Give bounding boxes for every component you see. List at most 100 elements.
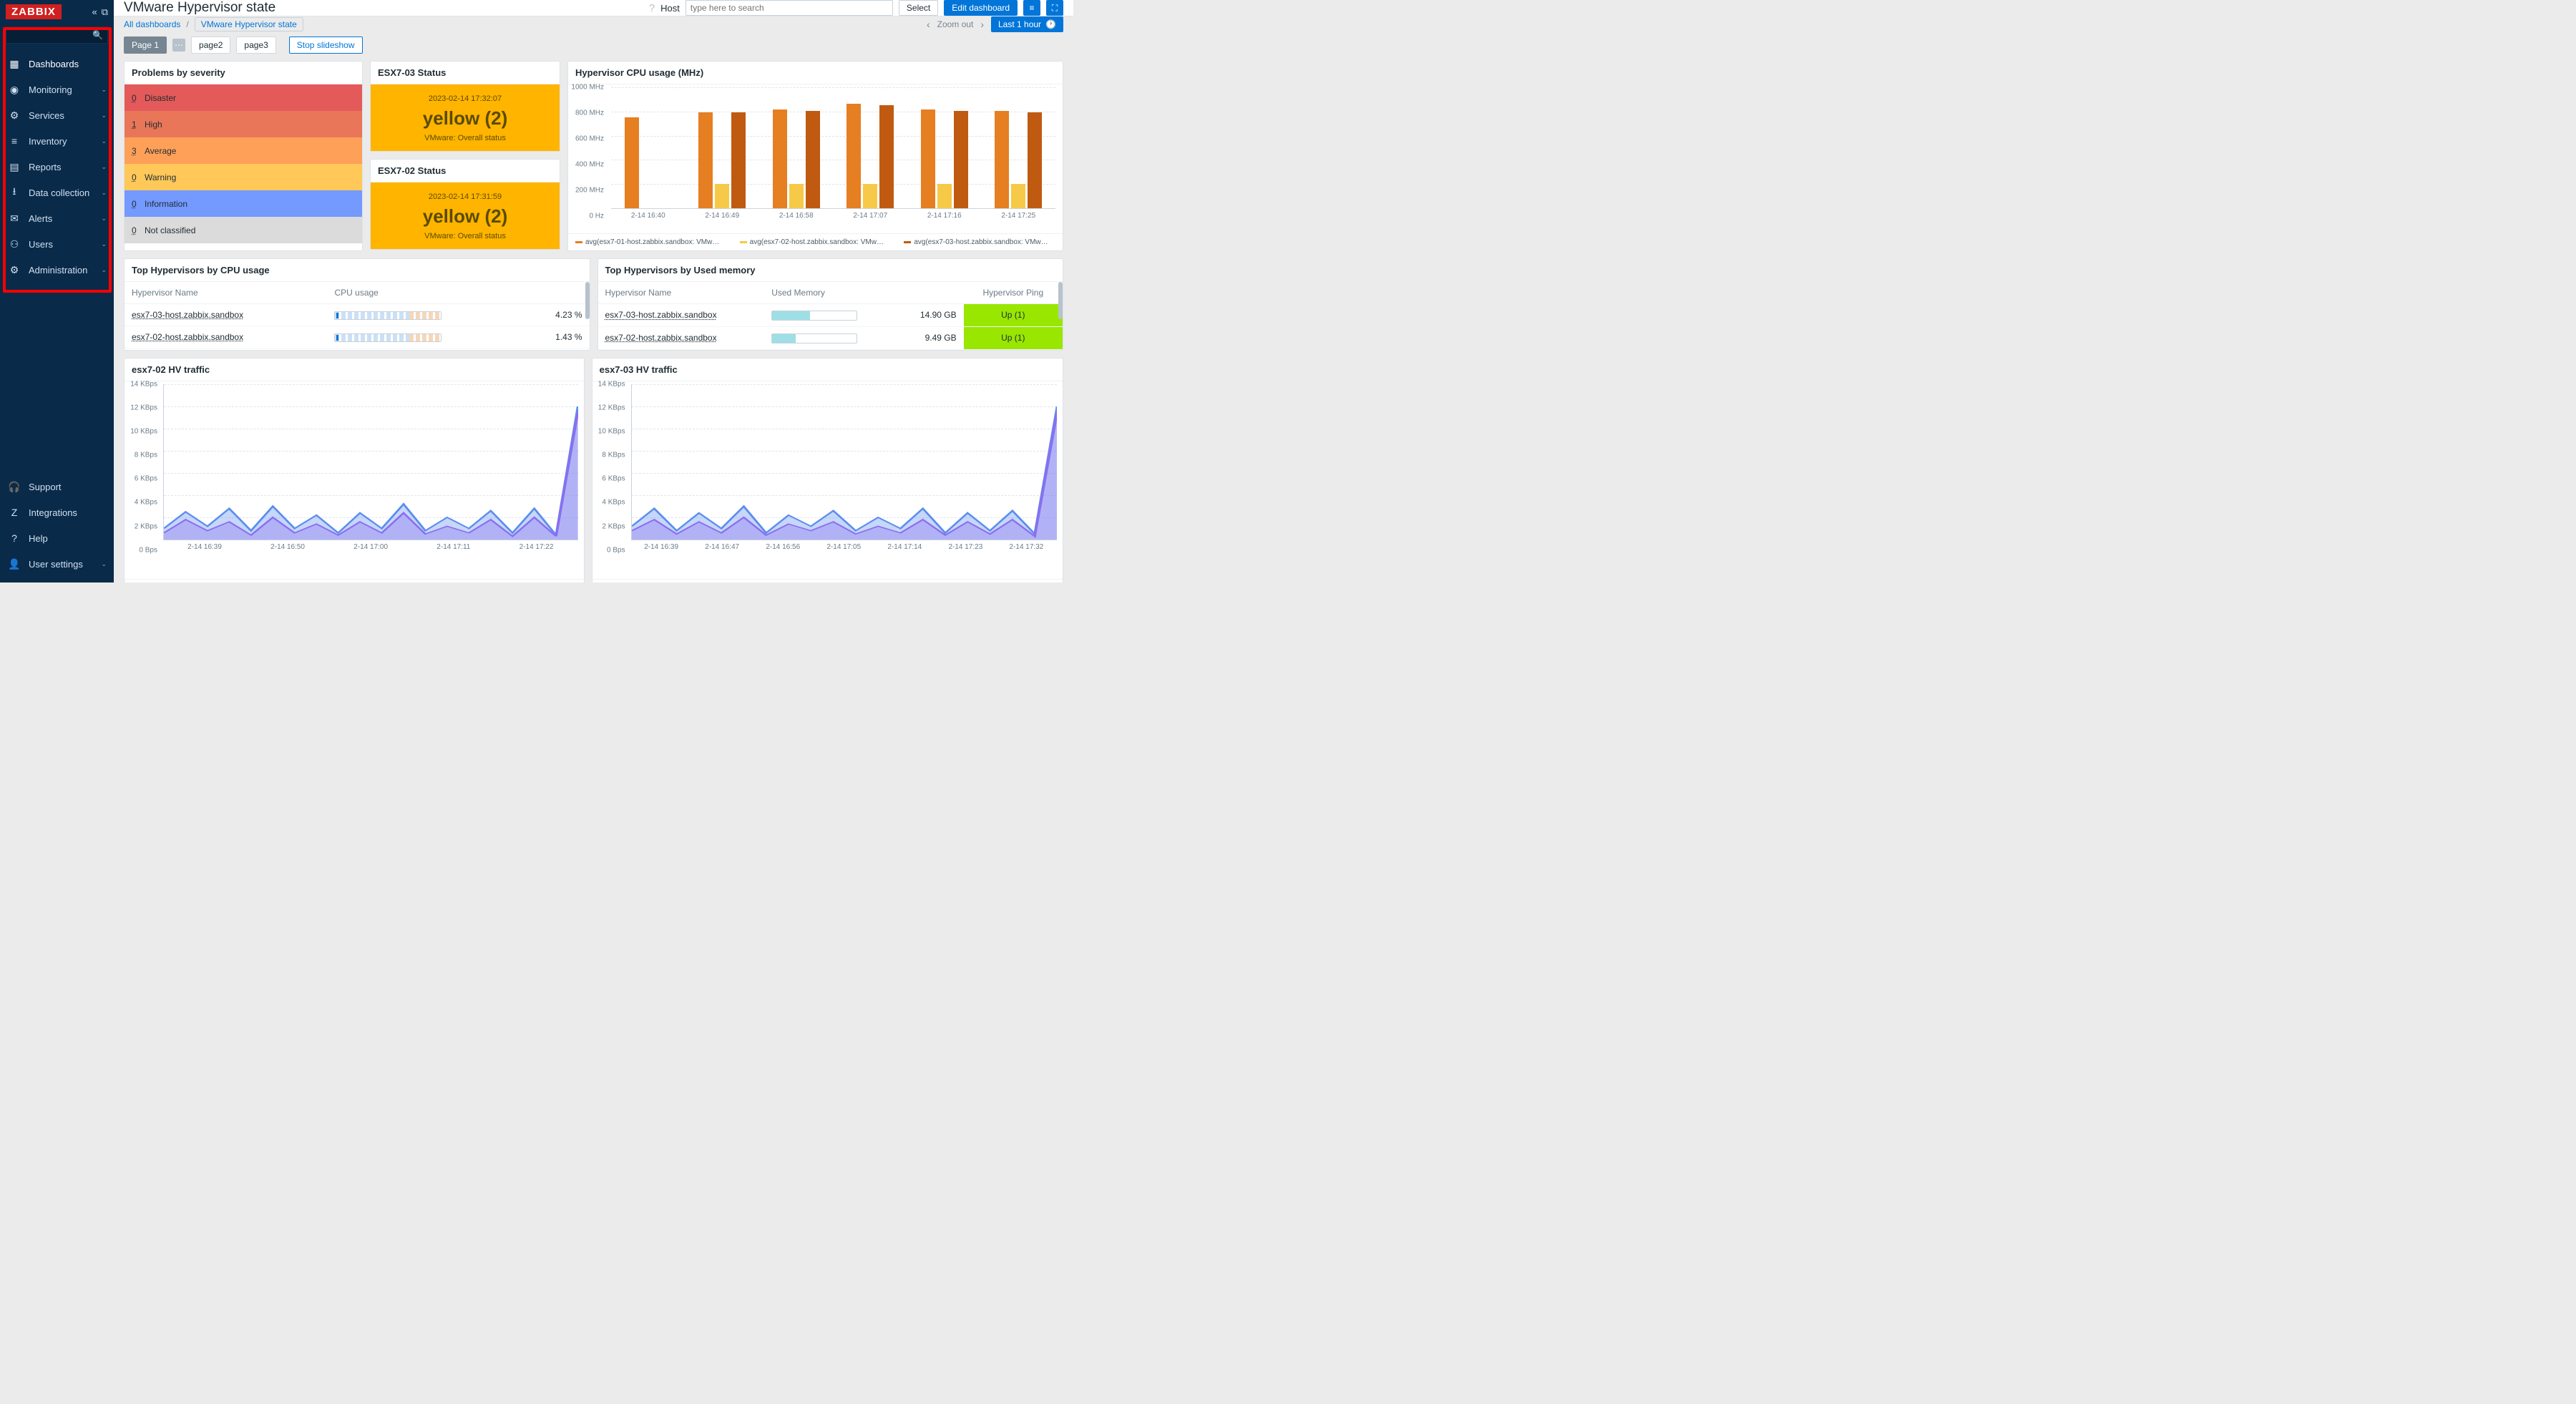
hypervisor-link[interactable]: esx7-03-host.zabbix.sandbox <box>605 310 717 320</box>
bar[interactable] <box>863 184 877 208</box>
bar[interactable] <box>995 111 1009 208</box>
clock-icon: 🕐 <box>1045 19 1056 29</box>
severity-row-disaster[interactable]: 0Disaster <box>125 84 362 111</box>
fullscreen-icon[interactable]: ⛶ <box>1046 0 1063 16</box>
sidebar-item-monitoring[interactable]: ◉Monitoring⌄ <box>0 77 114 102</box>
severity-row-average[interactable]: 3Average <box>125 137 362 164</box>
sidebar-item-dashboards[interactable]: ▦Dashboards <box>0 51 114 77</box>
popout-icon[interactable]: ⧉ <box>102 6 108 18</box>
sidebar-item-services[interactable]: ⚙Services⌄ <box>0 102 114 128</box>
scrollbar-thumb[interactable] <box>585 282 590 319</box>
bar[interactable] <box>731 112 746 208</box>
col-hypervisor-name[interactable]: Hypervisor Name <box>598 282 765 304</box>
time-next-icon[interactable]: › <box>980 19 984 30</box>
sidebar-search[interactable]: 🔍 <box>6 26 108 44</box>
col-cpu-usage[interactable]: CPU usage <box>327 282 523 304</box>
sidebar-item-support[interactable]: 🎧Support <box>0 474 114 499</box>
severity-row-not-classified[interactable]: 0Not classified <box>125 217 362 243</box>
sidebar-item-alerts[interactable]: ✉Alerts⌄ <box>0 205 114 231</box>
bar[interactable] <box>806 111 820 208</box>
help-icon[interactable]: ? <box>649 2 655 14</box>
scrollbar-thumb[interactable] <box>1058 282 1063 319</box>
bar[interactable] <box>879 105 894 209</box>
y-tick: 600 MHz <box>575 135 604 143</box>
col-used-memory[interactable]: Used Memory <box>764 282 897 304</box>
status-timestamp: 2023-02-14 17:31:59 <box>378 192 552 201</box>
severity-label: Disaster <box>145 93 176 103</box>
nav-label: User settings <box>29 559 101 570</box>
select-button[interactable]: Select <box>899 0 938 16</box>
nav-icon: ⭳ <box>7 184 21 201</box>
bar[interactable] <box>847 104 861 208</box>
status-card[interactable]: 2023-02-14 17:32:07 yellow (2) VMware: O… <box>371 84 560 151</box>
table-row: esx7-02-host.zabbix.sandbox 1.43 % <box>125 326 590 348</box>
time-range-button[interactable]: Last 1 hour🕐 <box>991 16 1063 32</box>
x-tick: 2-14 17:00 <box>353 543 388 551</box>
nav-icon: 👤 <box>7 558 21 570</box>
bar[interactable] <box>954 111 968 208</box>
edit-dashboard-button[interactable]: Edit dashboard <box>944 0 1018 16</box>
legend-item[interactable]: avg(esx7-02-host.zabbix.sandbox: VMw… <box>740 238 892 246</box>
menu-icon[interactable]: ≡ <box>1023 0 1040 16</box>
col-hypervisor-ping[interactable]: Hypervisor Ping <box>964 282 1063 304</box>
severity-row-information[interactable]: 0Information <box>125 190 362 217</box>
ping-status[interactable]: Up (1) <box>964 304 1063 327</box>
sidebar-item-users[interactable]: ⚇Users⌄ <box>0 231 114 257</box>
time-prev-icon[interactable]: ‹ <box>927 19 930 30</box>
memory-bar <box>771 311 857 321</box>
legend-item[interactable]: avg(esx7-01-host.zabbix.sandbox: VMw… <box>575 238 727 246</box>
status-card[interactable]: 2023-02-14 17:31:59 yellow (2) VMware: O… <box>371 182 560 249</box>
collapse-icon[interactable]: « <box>92 6 97 18</box>
x-tick: 2-14 17:25 <box>1001 212 1035 220</box>
sidebar-item-user-settings[interactable]: 👤User settings⌄ <box>0 551 114 577</box>
bar[interactable] <box>1028 112 1042 208</box>
sidebar-item-integrations[interactable]: ZIntegrations <box>0 499 114 525</box>
x-tick: 2-14 17:22 <box>519 543 554 551</box>
hypervisor-link[interactable]: esx7-02-host.zabbix.sandbox <box>605 333 717 343</box>
legend-item[interactable]: avg(esx7-03-host.zabbix.sandbox: VMw… <box>904 238 1055 246</box>
bar[interactable] <box>937 184 952 208</box>
sidebar-item-administration[interactable]: ⚙Administration⌄ <box>0 257 114 283</box>
memory-bar <box>771 333 857 343</box>
subbar: All dashboards / VMware Hypervisor state… <box>114 16 1073 32</box>
bar[interactable] <box>773 109 787 208</box>
y-tick: 8 KBps <box>135 452 157 459</box>
sidebar-item-data-collection[interactable]: ⭳Data collection⌄ <box>0 180 114 205</box>
stop-slideshow-button[interactable]: Stop slideshow <box>289 36 363 54</box>
sidebar-item-inventory[interactable]: ≡Inventory⌄ <box>0 128 114 154</box>
severity-row-high[interactable]: 1High <box>125 111 362 137</box>
ping-status[interactable]: Up (1) <box>964 326 1063 349</box>
bar[interactable] <box>698 112 713 208</box>
breadcrumb-root[interactable]: All dashboards <box>124 19 180 29</box>
x-tick: 2-14 16:40 <box>631 212 665 220</box>
page-tab-2[interactable]: page2 <box>191 36 230 54</box>
page-tab-1[interactable]: Page 1 <box>124 36 167 54</box>
breadcrumb-current[interactable]: VMware Hypervisor state <box>195 17 303 31</box>
hypervisor-link[interactable]: esx7-03-host.zabbix.sandbox <box>132 310 243 320</box>
host-search-input[interactable] <box>686 0 893 16</box>
chevron-down-icon: ⌄ <box>101 266 107 274</box>
widget-cpu-usage: Hypervisor CPU usage (MHz) 1000 MHz800 M… <box>567 61 1063 251</box>
x-tick: 2-14 16:58 <box>779 212 814 220</box>
bar[interactable] <box>715 184 729 208</box>
sidebar-item-reports[interactable]: ▤Reports⌄ <box>0 154 114 180</box>
bar[interactable] <box>1011 184 1025 208</box>
y-tick: 2 KBps <box>602 522 625 530</box>
nav-label: Monitoring <box>29 84 101 95</box>
bar[interactable] <box>625 117 639 209</box>
sidebar-item-help[interactable]: ?Help <box>0 525 114 551</box>
nav-label: Integrations <box>29 507 107 518</box>
search-icon: 🔍 <box>92 30 103 40</box>
topbar: VMware Hypervisor state ? Host Select Ed… <box>114 0 1073 16</box>
x-tick: 2-14 16:39 <box>187 543 222 551</box>
brand-logo[interactable]: ZABBIX <box>6 4 62 19</box>
page-tab-more-icon[interactable]: ⋯ <box>172 39 185 52</box>
zoom-out-button[interactable]: Zoom out <box>937 19 974 29</box>
memory-value: 9.49 GB <box>897 326 963 349</box>
severity-row-warning[interactable]: 0Warning <box>125 164 362 190</box>
bar[interactable] <box>921 109 935 208</box>
hypervisor-link[interactable]: esx7-02-host.zabbix.sandbox <box>132 332 243 342</box>
bar[interactable] <box>789 184 804 208</box>
page-tab-3[interactable]: page3 <box>236 36 275 54</box>
col-hypervisor-name[interactable]: Hypervisor Name <box>125 282 327 304</box>
